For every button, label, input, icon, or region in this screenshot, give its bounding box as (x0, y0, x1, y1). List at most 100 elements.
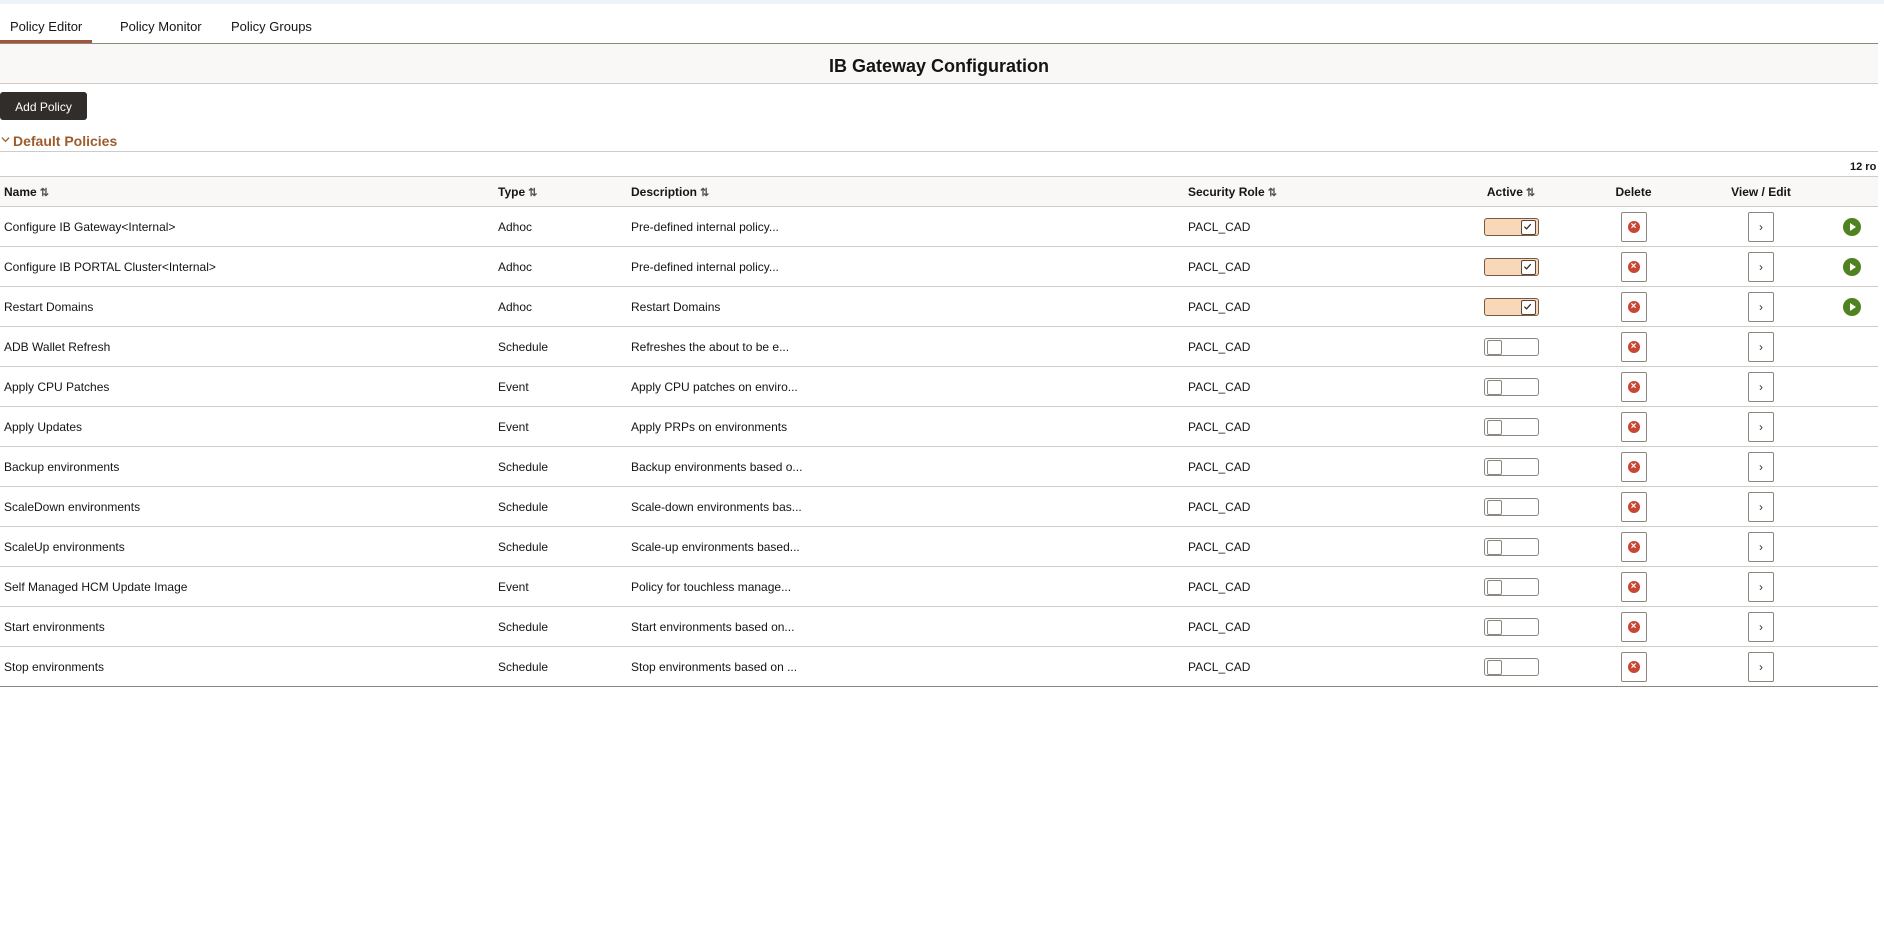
column-header-active[interactable]: Active ⇅ (1451, 176, 1571, 207)
delete-button[interactable]: × (1620, 611, 1647, 642)
delete-x-icon: × (1627, 660, 1640, 673)
table-header-row: Name ⇅ Type ⇅ Description ⇅ Security Role ⇅ … (0, 176, 1878, 207)
delete-button[interactable]: × (1620, 211, 1647, 242)
table-row: ScaleDown environments Schedule Scale-down… (0, 486, 1878, 527)
policy-security-role: PACL_CAD (1184, 406, 1451, 447)
run-cell (1826, 486, 1878, 527)
table-row: ADB Wallet Refresh Schedule Refreshes the … (0, 326, 1878, 367)
view-edit-cell: › (1696, 606, 1826, 647)
run-cell (1826, 286, 1878, 327)
delete-button[interactable]: × (1620, 571, 1647, 602)
run-policy-button[interactable] (1843, 297, 1861, 316)
add-policy-button[interactable]: Add Policy (0, 92, 87, 120)
column-header-name[interactable]: Name ⇅ (0, 176, 494, 207)
chevron-down-icon (1, 135, 10, 147)
chevron-right-icon: › (1759, 299, 1763, 314)
view-edit-button[interactable]: › (1748, 251, 1774, 282)
tab-policy-editor[interactable]: Policy Editor (0, 12, 93, 43)
view-edit-button[interactable]: › (1748, 491, 1774, 522)
delete-button[interactable]: × (1620, 491, 1647, 522)
page-viewport: Policy Editor Policy Monitor Policy Grou… (0, 0, 1878, 926)
column-header-security-role[interactable]: Security Role ⇅ (1184, 176, 1451, 207)
policy-type: Adhoc (494, 206, 627, 247)
view-edit-button[interactable]: › (1748, 331, 1774, 362)
toggle-knob (1486, 539, 1502, 555)
view-edit-button[interactable]: › (1748, 651, 1774, 682)
delete-button[interactable]: × (1620, 531, 1647, 562)
toggle-knob (1486, 579, 1502, 595)
run-policy-button[interactable] (1843, 217, 1861, 236)
column-header-type[interactable]: Type ⇅ (494, 176, 627, 207)
toggle-knob (1486, 459, 1502, 475)
policy-description: Scale-up environments based... (627, 526, 1184, 567)
toggle-knob (1486, 499, 1502, 515)
active-toggle[interactable] (1483, 297, 1539, 316)
chevron-right-icon: › (1759, 339, 1763, 354)
policy-security-role: PACL_CAD (1184, 286, 1451, 327)
view-edit-button[interactable]: › (1748, 531, 1774, 562)
policy-name: ScaleUp environments (0, 526, 494, 567)
delete-x-icon: × (1627, 260, 1640, 273)
active-toggle[interactable] (1483, 657, 1539, 676)
delete-button[interactable]: × (1620, 251, 1647, 282)
active-toggle[interactable] (1483, 417, 1539, 436)
tab-policy-monitor[interactable]: Policy Monitor (110, 12, 212, 42)
column-label: Name (4, 184, 37, 199)
view-edit-button[interactable]: › (1748, 371, 1774, 402)
tab-policy-groups[interactable]: Policy Groups (221, 12, 322, 42)
toggle-knob (1486, 339, 1502, 355)
policy-type: Adhoc (494, 286, 627, 327)
active-toggle[interactable] (1483, 457, 1539, 476)
policy-description: Start environments based on... (627, 606, 1184, 647)
chevron-right-icon: › (1759, 219, 1763, 234)
delete-button[interactable]: × (1620, 371, 1647, 402)
active-toggle[interactable] (1483, 377, 1539, 396)
delete-button[interactable]: × (1620, 411, 1647, 442)
view-edit-button[interactable]: › (1748, 291, 1774, 322)
active-toggle[interactable] (1483, 537, 1539, 556)
active-toggle[interactable] (1483, 337, 1539, 356)
delete-x-icon: × (1627, 420, 1640, 433)
view-edit-button[interactable]: › (1748, 451, 1774, 482)
active-toggle[interactable] (1483, 577, 1539, 596)
chevron-right-icon: › (1759, 499, 1763, 514)
view-edit-button[interactable]: › (1748, 411, 1774, 442)
delete-cell: × (1571, 486, 1696, 527)
toggle-knob (1486, 379, 1502, 395)
chevron-right-icon: › (1759, 259, 1763, 274)
active-toggle[interactable] (1483, 617, 1539, 636)
active-cell (1451, 246, 1571, 287)
active-toggle[interactable] (1483, 497, 1539, 516)
policy-security-role: PACL_CAD (1184, 206, 1451, 247)
view-edit-button[interactable]: › (1748, 611, 1774, 642)
delete-button[interactable]: × (1620, 451, 1647, 482)
policy-security-role: PACL_CAD (1184, 446, 1451, 487)
sort-icon: ⇅ (700, 186, 710, 199)
run-policy-button[interactable] (1843, 257, 1861, 276)
active-cell (1451, 206, 1571, 247)
policy-name: Self Managed HCM Update Image (0, 566, 494, 607)
delete-button[interactable]: × (1620, 291, 1647, 322)
policy-description: Stop environments based on ... (627, 646, 1184, 687)
policy-name: Apply CPU Patches (0, 366, 494, 407)
toggle-knob (1486, 619, 1502, 635)
delete-cell: × (1571, 206, 1696, 247)
column-header-description[interactable]: Description ⇅ (627, 176, 1184, 207)
view-edit-button[interactable]: › (1748, 571, 1774, 602)
delete-x-icon: × (1627, 580, 1640, 593)
active-toggle[interactable] (1483, 217, 1539, 236)
active-cell (1451, 566, 1571, 607)
view-edit-button[interactable]: › (1748, 211, 1774, 242)
delete-button[interactable]: × (1620, 331, 1647, 362)
policy-description: Scale-down environments bas... (627, 486, 1184, 527)
toggle-knob (1520, 219, 1536, 235)
delete-button[interactable]: × (1620, 651, 1647, 682)
delete-cell: × (1571, 406, 1696, 447)
view-edit-cell: › (1696, 446, 1826, 487)
policy-name: ScaleDown environments (0, 486, 494, 527)
delete-cell: × (1571, 246, 1696, 287)
default-policies-section-header[interactable]: Default Policies (0, 132, 1878, 152)
policy-security-role: PACL_CAD (1184, 486, 1451, 527)
active-toggle[interactable] (1483, 257, 1539, 276)
run-cell (1826, 246, 1878, 287)
